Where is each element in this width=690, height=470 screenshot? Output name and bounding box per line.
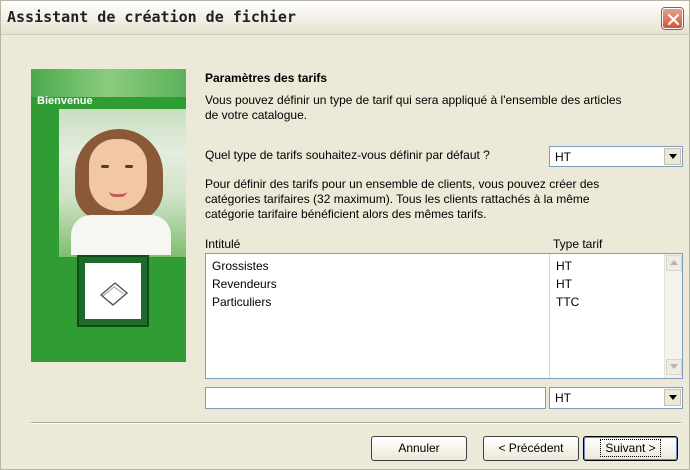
intro-text-line-1: Vous pouvez définir un type de tarif qui… [205, 93, 622, 107]
list-item[interactable]: Grossistes HT [206, 257, 662, 275]
previous-button[interactable]: < Précédent [483, 436, 579, 461]
close-button[interactable] [662, 8, 683, 29]
next-button-label: Suivant > [600, 439, 661, 457]
chevron-down-icon [669, 395, 677, 400]
catalog-icon-frame [77, 255, 149, 327]
category-type-select[interactable]: HT [549, 387, 683, 409]
footer-divider [31, 422, 681, 424]
column-header-type[interactable]: Type tarif [553, 237, 602, 251]
wizard-window: Assistant de création de fichier Bienven… [0, 0, 690, 470]
column-header-name[interactable]: Intitulé [205, 237, 240, 251]
window-title: Assistant de création de fichier [7, 8, 296, 26]
list-item[interactable]: Particuliers TTC [206, 293, 662, 311]
intro-text-line-2: de votre catalogue. [205, 108, 308, 122]
default-type-value: HT [555, 150, 571, 164]
scroll-down-button[interactable] [666, 359, 682, 375]
category-type: TTC [556, 295, 580, 309]
section-heading: Paramètres des tarifs [205, 71, 328, 85]
close-icon [667, 13, 680, 26]
tariff-categories-list[interactable]: Grossistes HT Revendeurs HT Particuliers… [205, 253, 683, 379]
list-scrollbar[interactable] [664, 254, 682, 378]
category-name: Particuliers [212, 295, 272, 309]
category-name: Revendeurs [212, 277, 277, 291]
cancel-button-label: Annuler [398, 441, 440, 455]
previous-button-label: < Précédent [498, 441, 564, 455]
categories-text-line-1: Pour définir des tarifs pour un ensemble… [205, 177, 600, 191]
category-type-value: HT [555, 391, 571, 405]
default-type-label: Quel type de tarifs souhaitez-vous défin… [205, 148, 490, 162]
category-name: Grossistes [212, 259, 269, 273]
default-type-select[interactable]: HT [549, 146, 683, 167]
category-name-input[interactable] [205, 387, 546, 409]
categories-text-line-3: catégorie tarifaire bénéficient alors de… [205, 207, 487, 221]
document-icon [99, 282, 129, 306]
panel-label: Bienvenue [37, 95, 93, 107]
next-button[interactable]: Suivant > [583, 436, 678, 461]
category-type: HT [556, 277, 572, 291]
category-type-dropdown-button[interactable] [664, 389, 681, 406]
categories-text-line-2: catégories tarifaires (32 maximum). Tous… [205, 192, 590, 206]
chevron-up-icon [670, 260, 678, 265]
chevron-down-icon [669, 154, 677, 159]
chevron-down-icon [670, 364, 678, 369]
cancel-button[interactable]: Annuler [371, 436, 467, 461]
scroll-up-button[interactable] [666, 255, 682, 271]
category-type: HT [556, 259, 572, 273]
default-type-dropdown-button[interactable] [664, 148, 681, 165]
wizard-side-panel: Bienvenue [31, 69, 186, 362]
title-bar[interactable]: Assistant de création de fichier [1, 1, 689, 35]
list-item[interactable]: Revendeurs HT [206, 275, 662, 293]
